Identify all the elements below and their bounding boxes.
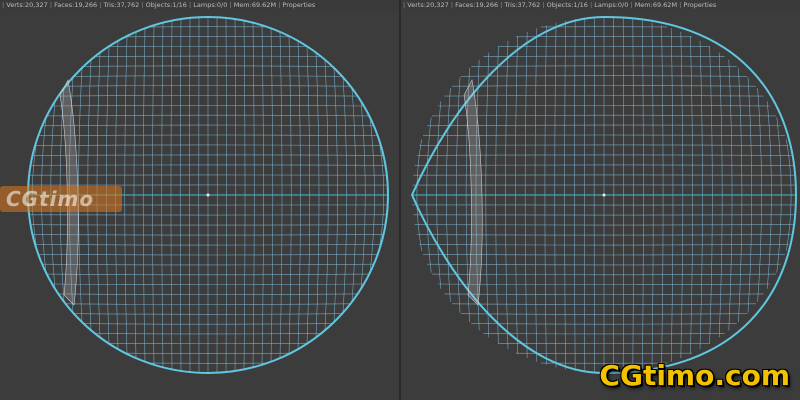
origin-pivot-icon xyxy=(602,193,606,197)
stat-mem: Mem:69.62M xyxy=(634,1,678,9)
stat-objects: Objects:1/16 xyxy=(145,1,187,9)
viewport-left[interactable]: | Verts:20,327 | Faces:19,266 | Tris:37,… xyxy=(0,0,399,400)
wireframe-sphere-right xyxy=(410,15,798,375)
origin-pivot-icon xyxy=(206,193,210,197)
viewport-stats-bar-left: | Verts:20,327 | Faces:19,266 | Tris:37,… xyxy=(0,0,399,10)
viewport-right[interactable]: | Verts:20,327 | Faces:19,266 | Tris:37,… xyxy=(401,0,800,400)
stat-faces: Faces:19,266 xyxy=(54,1,98,9)
stat-properties: Properties xyxy=(683,1,717,9)
viewport-stats-bar-right: | Verts:20,327 | Faces:19,266 | Tris:37,… xyxy=(401,0,800,10)
stat-tris: Tris:37,762 xyxy=(504,1,541,9)
stat-objects: Objects:1/16 xyxy=(546,1,588,9)
stat-lamps: Lamps:0/0 xyxy=(594,1,629,9)
stat-verts: Verts:20,327 xyxy=(407,1,449,9)
stat-properties: Properties xyxy=(282,1,316,9)
stat-verts: Verts:20,327 xyxy=(6,1,48,9)
stat-tris: Tris:37,762 xyxy=(103,1,140,9)
stat-mem: Mem:69.62M xyxy=(233,1,277,9)
stat-lamps: Lamps:0/0 xyxy=(193,1,228,9)
watermark-logo-text: CGtimo.com xyxy=(599,359,790,392)
watermark-overlay-text: CGtimo xyxy=(6,187,95,211)
inner-shell-plane xyxy=(463,79,483,306)
stat-faces: Faces:19,266 xyxy=(455,1,499,9)
